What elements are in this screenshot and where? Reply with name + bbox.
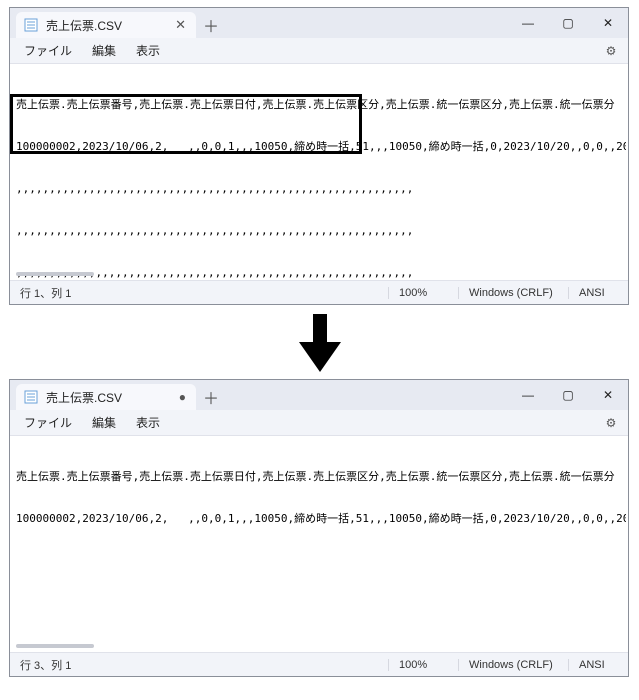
settings-gear-icon[interactable]: ⚙ <box>600 44 622 58</box>
titlebar[interactable]: 売上伝票.CSV ● ＋ — ▢ ✕ <box>10 380 628 410</box>
notepad-file-icon <box>24 18 38 32</box>
menu-file[interactable]: ファイル <box>16 412 80 433</box>
status-line-ending: Windows (CRLF) <box>458 287 568 299</box>
window-controls: — ▢ ✕ <box>508 8 628 38</box>
menu-view[interactable]: 表示 <box>128 40 168 61</box>
settings-gear-icon[interactable]: ⚙ <box>600 416 622 430</box>
text-line: 100000002,2023/10/06,2, ,,0,0,1,,,10050,… <box>16 140 626 154</box>
statusbar: 行 3、列 1 100% Windows (CRLF) ANSI <box>10 652 628 676</box>
new-tab-button[interactable]: ＋ <box>196 12 226 38</box>
text-line: ,,,,,,,,,,,,,,,,,,,,,,,,,,,,,,,,,,,,,,,,… <box>16 266 626 280</box>
status-caret-position: 行 1、列 1 <box>10 285 110 301</box>
menu-file[interactable]: ファイル <box>16 40 80 61</box>
text-line: 売上伝票.売上伝票番号,売上伝票.売上伝票日付,売上伝票.売上伝票区分,売上伝票… <box>16 98 626 112</box>
status-caret-position: 行 3、列 1 <box>10 657 110 673</box>
status-zoom[interactable]: 100% <box>388 287 458 299</box>
down-arrow-icon <box>299 314 341 372</box>
tab-active[interactable]: 売上伝票.CSV ● <box>16 384 196 410</box>
tab-active[interactable]: 売上伝票.CSV ✕ <box>16 12 196 38</box>
maximize-button[interactable]: ▢ <box>548 380 588 410</box>
text-line: ,,,,,,,,,,,,,,,,,,,,,,,,,,,,,,,,,,,,,,,,… <box>16 224 626 238</box>
status-zoom[interactable]: 100% <box>388 659 458 671</box>
menubar: ファイル 編集 表示 ⚙ <box>10 38 628 64</box>
menubar: ファイル 編集 表示 ⚙ <box>10 410 628 436</box>
notepad-window-before: 売上伝票.CSV ✕ ＋ — ▢ ✕ ファイル 編集 表示 ⚙ 売上伝票.売上伝… <box>9 7 629 305</box>
maximize-button[interactable]: ▢ <box>548 8 588 38</box>
status-encoding: ANSI <box>568 659 628 671</box>
statusbar: 行 1、列 1 100% Windows (CRLF) ANSI <box>10 280 628 304</box>
close-window-button[interactable]: ✕ <box>588 380 628 410</box>
text-line: 売上伝票.売上伝票番号,売上伝票.売上伝票日付,売上伝票.売上伝票区分,売上伝票… <box>16 470 626 484</box>
close-window-button[interactable]: ✕ <box>588 8 628 38</box>
minimize-button[interactable]: — <box>508 8 548 38</box>
tab-strip: 売上伝票.CSV ● ＋ <box>10 380 226 410</box>
tab-title: 売上伝票.CSV <box>46 17 167 34</box>
horizontal-scrollbar-thumb[interactable] <box>16 272 94 276</box>
titlebar-drag-area[interactable] <box>226 380 508 410</box>
tab-title: 売上伝票.CSV <box>46 389 171 406</box>
tab-close-icon[interactable]: ✕ <box>175 17 186 33</box>
menu-edit[interactable]: 編集 <box>84 40 124 61</box>
text-editor-area[interactable]: 売上伝票.売上伝票番号,売上伝票.売上伝票日付,売上伝票.売上伝票区分,売上伝票… <box>10 64 628 280</box>
tab-strip: 売上伝票.CSV ✕ ＋ <box>10 8 226 38</box>
titlebar-drag-area[interactable] <box>226 8 508 38</box>
status-line-ending: Windows (CRLF) <box>458 659 568 671</box>
minimize-button[interactable]: — <box>508 380 548 410</box>
notepad-file-icon <box>24 390 38 404</box>
horizontal-scrollbar-thumb[interactable] <box>16 644 94 648</box>
tab-dirty-indicator-icon: ● <box>179 390 186 404</box>
menu-edit[interactable]: 編集 <box>84 412 124 433</box>
notepad-window-after: 売上伝票.CSV ● ＋ — ▢ ✕ ファイル 編集 表示 ⚙ 売上伝票.売上伝… <box>9 379 629 677</box>
new-tab-button[interactable]: ＋ <box>196 384 226 410</box>
text-line: ,,,,,,,,,,,,,,,,,,,,,,,,,,,,,,,,,,,,,,,,… <box>16 182 626 196</box>
titlebar[interactable]: 売上伝票.CSV ✕ ＋ — ▢ ✕ <box>10 8 628 38</box>
text-editor-area[interactable]: 売上伝票.売上伝票番号,売上伝票.売上伝票日付,売上伝票.売上伝票区分,売上伝票… <box>10 436 628 652</box>
text-line: 100000002,2023/10/06,2, ,,0,0,1,,,10050,… <box>16 512 626 526</box>
menu-view[interactable]: 表示 <box>128 412 168 433</box>
window-controls: — ▢ ✕ <box>508 380 628 410</box>
status-encoding: ANSI <box>568 287 628 299</box>
